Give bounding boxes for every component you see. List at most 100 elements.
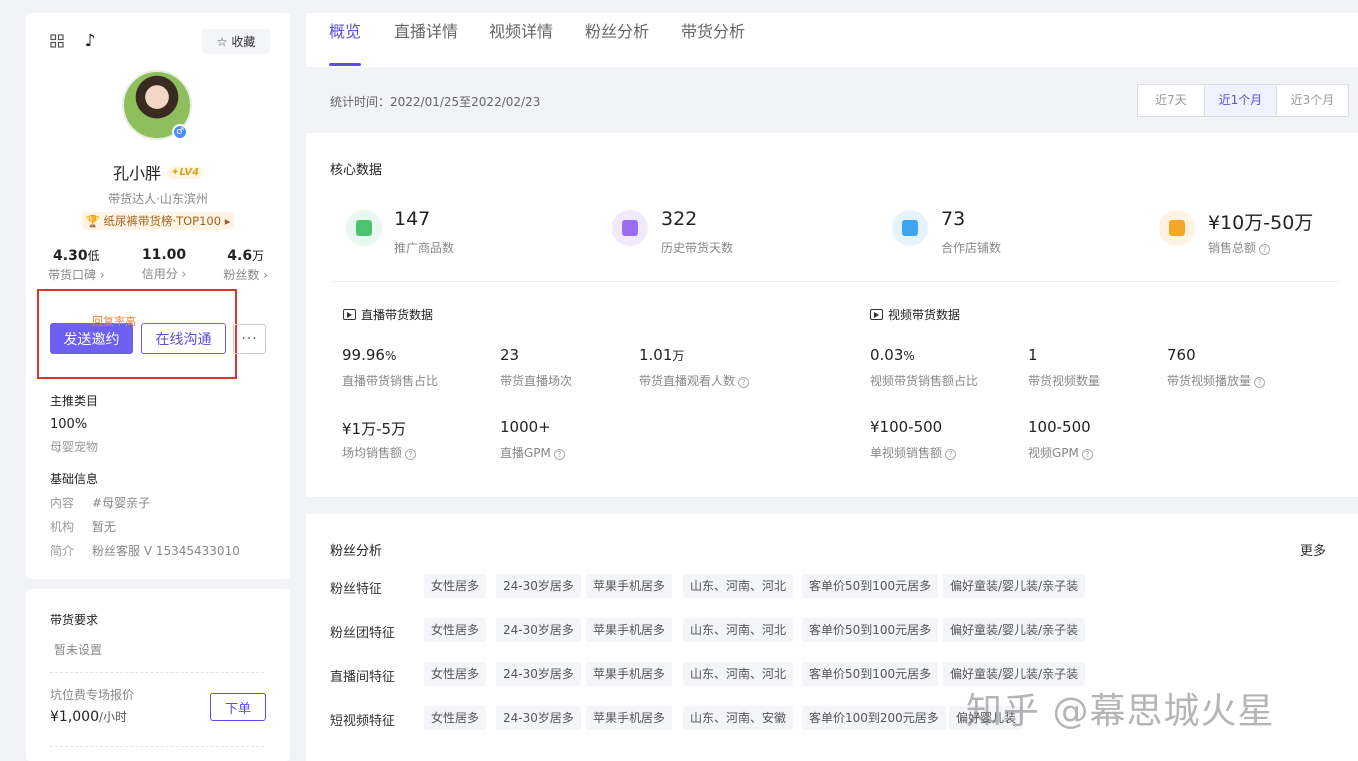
qr-grid-icon[interactable] xyxy=(50,34,64,48)
more-link[interactable]: 更多 xyxy=(1300,540,1326,559)
video-value: ¥100-500 xyxy=(870,418,943,436)
fan-tag: 苹果手机居多 xyxy=(586,574,673,598)
fan-tag: 苹果手机居多 xyxy=(586,662,673,686)
fan-row-label: 短视频特征 xyxy=(330,714,396,729)
requirements-value: 暂未设置 xyxy=(54,643,103,657)
range-7-days[interactable]: 近7天 xyxy=(1138,85,1204,116)
help-icon[interactable]: ? xyxy=(945,449,957,460)
stats-row: 4.30低 带货口碑 › 11.00 信用分 › 4.6万 粉丝数 › xyxy=(48,247,268,283)
video-label: 视频GPM? xyxy=(1028,444,1093,461)
fans-analysis-title: 粉丝分析 xyxy=(330,544,383,559)
help-icon[interactable]: ? xyxy=(1259,244,1271,255)
help-icon[interactable]: ? xyxy=(553,449,565,460)
tab-live-detail[interactable]: 直播详情 xyxy=(394,18,458,42)
fan-tag: 女性居多 xyxy=(424,574,487,598)
live-sales-title: 直播带货数据 xyxy=(343,306,433,323)
fan-tag: 客单价50到100元居多 xyxy=(802,618,939,642)
active-tab-indicator xyxy=(329,63,361,66)
stat-reputation[interactable]: 4.30低 带货口碑 › xyxy=(48,247,105,283)
range-3-months[interactable]: 近3个月 xyxy=(1276,85,1348,116)
info-row-bio: 简介 粉丝客服 V 15345433010 xyxy=(50,544,240,558)
video-value: 0.03% xyxy=(870,346,915,364)
category-name: 母婴宠物 xyxy=(50,440,99,454)
live-value: 99.96% xyxy=(342,346,397,364)
help-icon[interactable]: ? xyxy=(405,449,417,460)
info-row-content: 内容 #母婴亲子 xyxy=(50,496,151,510)
product-icon xyxy=(346,210,382,246)
fan-tag: 女性居多 xyxy=(424,618,487,642)
more-button[interactable]: ··· xyxy=(233,324,266,354)
help-icon[interactable]: ? xyxy=(738,377,750,388)
metric-label: 推广商品数 xyxy=(394,241,455,255)
rank-badge[interactable]: 🏆 纸尿裤带货榜·TOP100 ▸ xyxy=(82,212,234,230)
fan-row-label: 粉丝特征 xyxy=(330,582,383,597)
fan-tag: 苹果手机居多 xyxy=(586,618,673,642)
level-badge: ✦LV4 xyxy=(166,165,204,179)
live-value: 1000+ xyxy=(500,418,551,436)
watermark: 知乎 @幕思城火星 xyxy=(966,691,1275,732)
pit-fee-title: 坑位费专场报价 xyxy=(50,688,135,702)
star-icon: ☆ xyxy=(216,34,228,49)
live-label: 直播GPM? xyxy=(500,444,565,461)
pit-fee-price: ¥1,000/小时 xyxy=(50,709,128,725)
metric-label: 历史带货天数 xyxy=(661,241,734,255)
money-bag-icon xyxy=(1159,210,1195,246)
tab-sales-analysis[interactable]: 带货分析 xyxy=(681,18,745,42)
video-value: 100-500 xyxy=(1028,418,1091,436)
fan-tag: 山东、河南、河北 xyxy=(683,662,794,686)
live-value: 1.01万 xyxy=(639,346,685,364)
store-icon xyxy=(892,210,928,246)
metric-value: ¥10万-50万 xyxy=(1208,212,1314,234)
fan-tag: 苹果手机居多 xyxy=(586,706,673,730)
range-1-month[interactable]: 近1个月 xyxy=(1204,85,1276,116)
divider xyxy=(330,281,1338,282)
metric-value: 322 xyxy=(661,208,698,230)
help-icon[interactable]: ? xyxy=(1081,449,1093,460)
fan-tag: 山东、河南、安徽 xyxy=(683,706,794,730)
requirements-title: 带货要求 xyxy=(50,613,99,627)
reply-rate-hint: 回复率高 xyxy=(92,315,136,328)
video-value: 760 xyxy=(1167,346,1196,364)
fan-tag: 女性居多 xyxy=(424,706,487,730)
range-selector: 近7天 近1个月 近3个月 xyxy=(1137,84,1349,117)
live-label: 直播带货销售占比 xyxy=(342,374,439,388)
video-value: 1 xyxy=(1028,346,1038,364)
metric-label: 合作店铺数 xyxy=(941,241,1002,255)
category-title: 主推类目 xyxy=(50,394,99,408)
male-gender-icon: ♂ xyxy=(172,124,188,140)
order-button[interactable]: 下单 xyxy=(210,693,266,721)
tab-fans-analysis[interactable]: 粉丝分析 xyxy=(585,18,649,42)
live-value: ¥1万-5万 xyxy=(342,420,407,438)
stat-fans[interactable]: 4.6万 粉丝数 › xyxy=(223,247,268,283)
help-icon[interactable]: ? xyxy=(1254,377,1266,388)
fan-tag: 偏好童装/婴儿装/亲子装 xyxy=(943,574,1086,598)
video-sales-title: 视频带货数据 xyxy=(870,306,960,323)
name-row: 孔小胖 ✦LV4 xyxy=(26,160,290,184)
online-chat-button[interactable]: 在线沟通 xyxy=(141,323,226,354)
live-play-icon xyxy=(343,309,356,320)
fan-tag: 客单价100到200元居多 xyxy=(802,706,946,730)
tab-overview[interactable]: 概览 xyxy=(329,18,361,42)
video-label: 单视频销售额? xyxy=(870,444,957,461)
metric-label: 销售总额? xyxy=(1208,239,1271,256)
fan-tag: 女性居多 xyxy=(424,662,487,686)
live-label: 带货直播场次 xyxy=(500,374,573,388)
fan-tag: 24-30岁居多 xyxy=(496,574,581,598)
fan-tag: 山东、河南、河北 xyxy=(683,574,794,598)
calendar-chart-icon xyxy=(612,210,648,246)
metric-value: 73 xyxy=(941,208,966,230)
fan-tag: 偏好童装/婴儿装/亲子装 xyxy=(943,618,1086,642)
divider xyxy=(50,746,264,747)
fan-tag: 24-30岁居多 xyxy=(496,662,581,686)
stat-credit[interactable]: 11.00 信用分 › xyxy=(142,247,187,283)
live-label: 场均销售额? xyxy=(342,444,417,461)
tab-video-detail[interactable]: 视频详情 xyxy=(489,18,553,42)
tab-bar xyxy=(306,13,1358,67)
stat-period: 统计时间：2022/01/25至2022/02/23 xyxy=(330,95,541,109)
fan-tag: 24-30岁居多 xyxy=(496,706,581,730)
favorite-label: 收藏 xyxy=(231,35,256,49)
fan-tag: 山东、河南、河北 xyxy=(683,618,794,642)
fan-row-label: 粉丝团特征 xyxy=(330,626,396,641)
video-label: 视频带货销售额占比 xyxy=(870,374,979,388)
favorite-button[interactable]: ☆ 收藏 xyxy=(202,29,270,54)
